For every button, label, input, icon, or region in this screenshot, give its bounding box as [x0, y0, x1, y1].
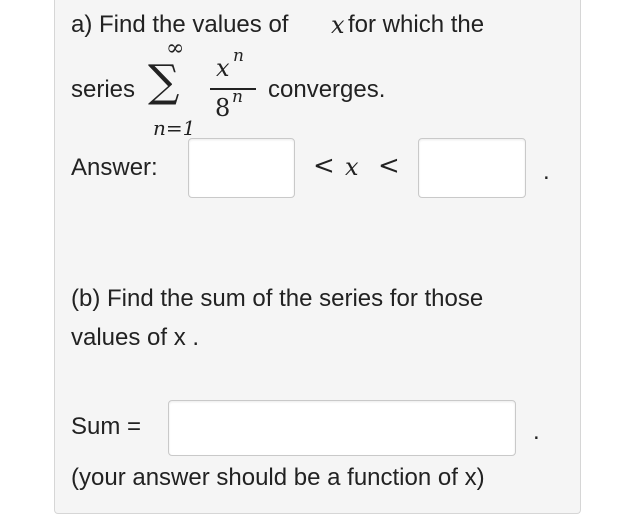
sum-period: .	[533, 418, 540, 445]
converges-label: converges.	[268, 76, 386, 103]
sum-label: Sum =	[71, 413, 142, 440]
less-than-symbol-2: <	[378, 151, 400, 181]
answer-label: Answer:	[71, 154, 158, 181]
less-than-symbol-1: <	[313, 151, 335, 181]
series-label: series	[71, 76, 136, 103]
sum-input[interactable]	[168, 400, 516, 456]
part-a-prompt-suffix: for which the	[348, 11, 485, 38]
denominator-exponent: n	[232, 87, 243, 107]
upper-bound-input[interactable]	[418, 138, 526, 198]
part-b-prompt-line2: values of x .	[71, 324, 200, 351]
part-a-prompt-prefix: a) Find the values of	[71, 11, 289, 38]
part-a-prompt-variable: x	[331, 11, 345, 39]
answer-period: .	[543, 158, 550, 185]
fraction-denominator: 8	[215, 94, 231, 122]
lower-bound-input[interactable]	[188, 138, 295, 198]
fraction-numerator: x	[216, 54, 230, 82]
sum-hint: (your answer should be a function of x)	[71, 464, 485, 491]
inequality-variable: x	[345, 153, 359, 181]
numerator-exponent: n	[233, 46, 244, 66]
sum-lower-limit: n=1	[153, 116, 196, 140]
part-b-prompt-line1: (b) Find the sum of the series for those	[71, 285, 484, 312]
sigma-symbol: ∑	[148, 56, 180, 107]
